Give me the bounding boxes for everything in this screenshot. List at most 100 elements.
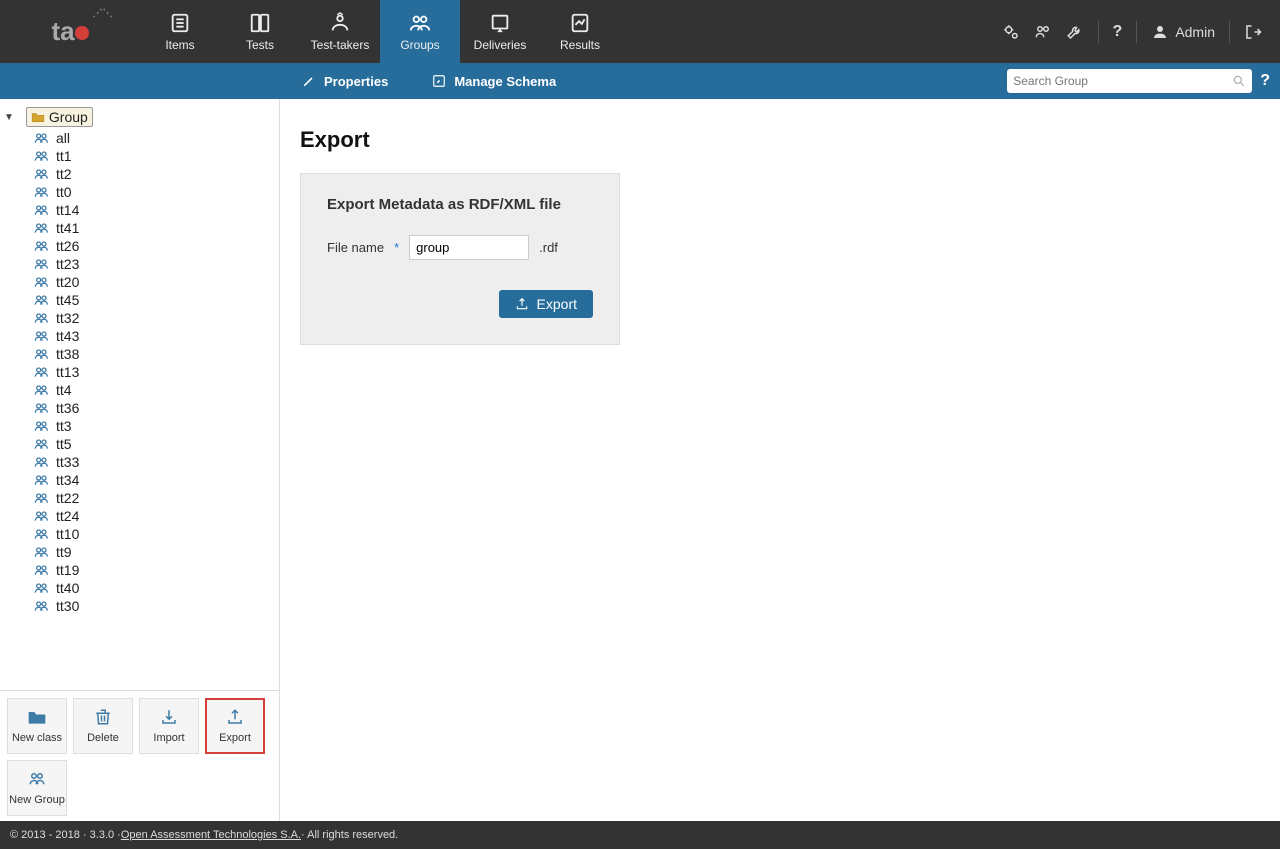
- tree-item-label: tt10: [56, 526, 79, 542]
- nav-testtakers-tab[interactable]: Test-takers: [300, 0, 380, 63]
- group-small-icon: [34, 456, 50, 468]
- wrench-icon[interactable]: [1066, 23, 1084, 41]
- export-btn-label: Export: [537, 296, 577, 312]
- tree-item-label: tt19: [56, 562, 79, 578]
- nav-groups-tab[interactable]: Groups: [380, 0, 460, 63]
- group-small-icon: [34, 348, 50, 360]
- tree-item-label: tt1: [56, 148, 72, 164]
- tree-item-label: tt36: [56, 400, 79, 416]
- main: ▼ Group alltt1tt2tt0tt14tt41tt26tt23tt20…: [0, 99, 1280, 823]
- tree-item-label: tt13: [56, 364, 79, 380]
- tree-item[interactable]: tt9: [34, 543, 275, 561]
- group-small-icon: [34, 168, 50, 180]
- manage-schema-button[interactable]: Manage Schema: [410, 74, 578, 89]
- users-icon[interactable]: [1034, 23, 1052, 41]
- group-small-icon: [34, 276, 50, 288]
- tree-item-label: tt9: [56, 544, 72, 560]
- sub-toolbar: Properties Manage Schema ?: [0, 63, 1280, 99]
- group-small-icon: [34, 204, 50, 216]
- group-small-icon: [34, 240, 50, 252]
- tree-item[interactable]: tt34: [34, 471, 275, 489]
- properties-button[interactable]: Properties: [280, 74, 410, 89]
- delete-button[interactable]: Delete: [73, 698, 133, 754]
- nav-items-tab[interactable]: Items: [140, 0, 220, 63]
- group-small-icon: [34, 366, 50, 378]
- tree-item[interactable]: tt20: [34, 273, 275, 291]
- search-input[interactable]: [1013, 74, 1232, 88]
- subbar-help-icon[interactable]: ?: [1260, 72, 1270, 90]
- tree-item[interactable]: tt41: [34, 219, 275, 237]
- tree-item-label: tt20: [56, 274, 79, 290]
- search-group-box[interactable]: [1007, 69, 1252, 93]
- tree-item[interactable]: tt5: [34, 435, 275, 453]
- tree-item-label: tt45: [56, 292, 79, 308]
- action-label: Import: [153, 732, 184, 744]
- nav-label: Results: [560, 38, 600, 52]
- tree-item[interactable]: tt19: [34, 561, 275, 579]
- tree-item[interactable]: tt2: [34, 165, 275, 183]
- tree-item[interactable]: tt23: [34, 255, 275, 273]
- tree-item-label: tt43: [56, 328, 79, 344]
- tree-item-label: tt24: [56, 508, 79, 524]
- nav-label: Groups: [400, 38, 439, 52]
- group-small-icon: [34, 564, 50, 576]
- group-small-icon: [34, 546, 50, 558]
- nav-tests-tab[interactable]: Tests: [220, 0, 300, 63]
- tree-item[interactable]: all: [34, 129, 275, 147]
- tree-item-label: tt38: [56, 346, 79, 362]
- logo[interactable]: ta⋰⋱: [0, 2, 140, 62]
- tree-item[interactable]: tt43: [34, 327, 275, 345]
- nav-results-tab[interactable]: Results: [540, 0, 620, 63]
- export-button[interactable]: Export: [205, 698, 265, 754]
- import-button[interactable]: Import: [139, 698, 199, 754]
- new-class-button[interactable]: New class: [7, 698, 67, 754]
- group-small-icon: [34, 600, 50, 612]
- settings-icon[interactable]: [1002, 23, 1020, 41]
- tree-item[interactable]: tt3: [34, 417, 275, 435]
- new-group-button[interactable]: New Group: [7, 760, 67, 816]
- tree-item-label: tt34: [56, 472, 79, 488]
- group-small-icon: [34, 330, 50, 342]
- tree: ▼ Group alltt1tt2tt0tt14tt41tt26tt23tt20…: [0, 99, 279, 690]
- tree-item[interactable]: tt10: [34, 525, 275, 543]
- help-icon[interactable]: ?: [1113, 23, 1123, 41]
- tree-caret-icon[interactable]: ▼: [4, 112, 14, 123]
- tree-item[interactable]: tt14: [34, 201, 275, 219]
- tree-item[interactable]: tt1: [34, 147, 275, 165]
- panel-title: Export Metadata as RDF/XML file: [327, 196, 593, 213]
- tree-item[interactable]: tt36: [34, 399, 275, 417]
- nav-deliveries-tab[interactable]: Deliveries: [460, 0, 540, 63]
- footer-rights: · All rights reserved.: [301, 829, 398, 841]
- admin-button[interactable]: Admin: [1151, 23, 1215, 41]
- filename-input[interactable]: [409, 235, 529, 260]
- tree-item[interactable]: tt32: [34, 309, 275, 327]
- tree-item[interactable]: tt22: [34, 489, 275, 507]
- action-label: Export: [219, 732, 251, 744]
- tree-item-label: tt0: [56, 184, 72, 200]
- nav-label: Tests: [246, 38, 274, 52]
- tree-item[interactable]: tt30: [34, 597, 275, 615]
- footer-company-link[interactable]: Open Assessment Technologies S.A.: [121, 829, 301, 841]
- group-small-icon: [34, 384, 50, 396]
- tree-item[interactable]: tt0: [34, 183, 275, 201]
- required-asterisk: *: [394, 240, 399, 255]
- nav-label: Test-takers: [311, 38, 370, 52]
- tree-root-group[interactable]: Group: [26, 107, 93, 127]
- tree-item[interactable]: tt13: [34, 363, 275, 381]
- folder-plus-icon: [27, 708, 47, 726]
- export-submit-button[interactable]: Export: [499, 290, 593, 318]
- search-icon[interactable]: [1232, 74, 1246, 88]
- tree-item[interactable]: tt33: [34, 453, 275, 471]
- group-small-icon: [34, 420, 50, 432]
- tree-item[interactable]: tt40: [34, 579, 275, 597]
- tree-item[interactable]: tt4: [34, 381, 275, 399]
- tree-item[interactable]: tt45: [34, 291, 275, 309]
- tree-item[interactable]: tt26: [34, 237, 275, 255]
- tree-item[interactable]: tt24: [34, 507, 275, 525]
- import-icon: [159, 708, 179, 726]
- folder-icon: [31, 111, 45, 123]
- nav-items: Items Tests Test-takers Groups Deliverie…: [140, 0, 620, 63]
- tree-item[interactable]: tt38: [34, 345, 275, 363]
- logout-icon[interactable]: [1244, 23, 1262, 41]
- content-area: Export Export Metadata as RDF/XML file F…: [280, 99, 1280, 823]
